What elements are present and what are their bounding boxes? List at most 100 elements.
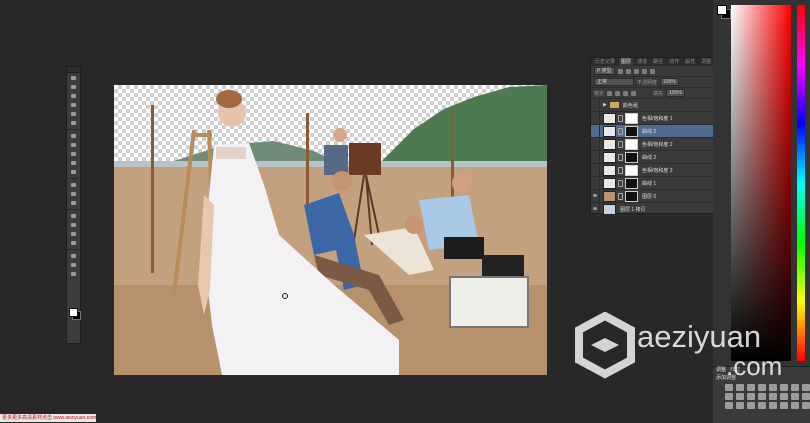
eyedropper-tool-button[interactable] xyxy=(69,119,78,127)
layer-mask-thumbnail[interactable] xyxy=(625,151,638,163)
layer-mask-thumbnail[interactable] xyxy=(625,164,638,176)
adjustment-preset-icon[interactable] xyxy=(802,384,810,391)
type-tool-button[interactable] xyxy=(69,221,78,229)
layer-group-row[interactable]: ▶ 颜色组 xyxy=(591,99,716,112)
adjustment-preset-icon[interactable] xyxy=(725,402,733,409)
hue-slider[interactable] xyxy=(797,5,805,361)
layers-panel-tab[interactable]: 图层 xyxy=(619,58,634,66)
color-panel-foreground-swatch[interactable] xyxy=(717,5,727,15)
layer-visibility-toggle[interactable] xyxy=(591,125,600,137)
blur-tool-button[interactable] xyxy=(69,190,78,198)
layer-visibility-toggle[interactable] xyxy=(591,138,600,150)
adjustment-preset-icon[interactable] xyxy=(791,384,799,391)
lasso-tool-button[interactable] xyxy=(69,92,78,100)
layers-panel-tab[interactable]: 路径 xyxy=(651,58,665,66)
lock-all-icon[interactable] xyxy=(631,90,637,96)
layer-row[interactable]: 图层 1 拷贝 xyxy=(591,203,716,216)
layer-visibility-toggle[interactable] xyxy=(591,203,600,215)
move-tool-button[interactable] xyxy=(69,74,78,82)
link-icon[interactable] xyxy=(618,166,623,174)
adjustment-preset-icon[interactable] xyxy=(736,393,744,400)
layer-visibility-toggle[interactable] xyxy=(591,151,600,163)
adjustment-preset-icon[interactable] xyxy=(791,402,799,409)
layer-visibility-toggle[interactable] xyxy=(591,190,600,202)
gradient-tool-button[interactable] xyxy=(69,181,78,189)
layer-mask-thumbnail[interactable] xyxy=(625,112,638,124)
layer-mask-thumbnail[interactable] xyxy=(625,177,638,189)
smart-object-filter-icon[interactable] xyxy=(649,68,655,74)
path-select-tool-button[interactable] xyxy=(69,230,78,238)
crop-tool-button[interactable] xyxy=(69,110,78,118)
expand-triangle-icon[interactable]: ▶ xyxy=(603,102,607,108)
layers-panel-tab[interactable]: 动作 xyxy=(667,58,681,66)
hand-tool-button[interactable] xyxy=(69,252,78,260)
document-canvas[interactable] xyxy=(114,85,547,375)
lock-position-icon[interactable] xyxy=(623,90,629,96)
brush-tool-button[interactable] xyxy=(69,141,78,149)
link-icon[interactable] xyxy=(618,114,623,122)
adjustment-preset-icon[interactable] xyxy=(791,393,799,400)
pen-tool-button[interactable] xyxy=(69,212,78,220)
opacity-field[interactable]: 100% xyxy=(660,78,679,86)
blend-mode-select[interactable]: 正常 xyxy=(594,78,634,86)
link-icon[interactable] xyxy=(618,140,623,148)
link-icon[interactable] xyxy=(618,179,623,187)
layer-row[interactable]: 图层 0 xyxy=(591,190,716,203)
link-icon[interactable] xyxy=(618,192,623,200)
adjustment-preset-icon[interactable] xyxy=(758,402,766,409)
adjustment-preset-icon[interactable] xyxy=(725,393,733,400)
layers-panel-tab[interactable]: 属性 xyxy=(683,58,697,66)
layer-row[interactable]: 色相/饱和度 1 xyxy=(591,112,716,125)
marquee-tool-button[interactable] xyxy=(69,83,78,91)
adjustment-preset-icon[interactable] xyxy=(802,393,810,400)
layers-panel-tab[interactable]: 历史记录 xyxy=(593,58,617,66)
clone-stamp-tool-button[interactable] xyxy=(69,150,78,158)
adjustment-preset-icon[interactable] xyxy=(736,402,744,409)
adjustment-preset-icon[interactable] xyxy=(747,402,755,409)
tools-panel-grip[interactable] xyxy=(67,67,80,73)
healing-brush-tool-button[interactable] xyxy=(69,132,78,140)
layer-row[interactable]: 曲线 2 xyxy=(591,125,716,138)
adjustment-preset-icon[interactable] xyxy=(769,393,777,400)
adjustment-preset-icon[interactable] xyxy=(769,384,777,391)
type-filter-icon[interactable] xyxy=(633,68,639,74)
layers-panel-tab[interactable]: 调整 xyxy=(699,58,713,66)
layer-visibility-toggle[interactable] xyxy=(591,164,600,176)
extra-tool-button[interactable] xyxy=(69,270,78,278)
layer-row[interactable]: 曲线 2 xyxy=(591,151,716,164)
shape-filter-icon[interactable] xyxy=(641,68,647,74)
layer-mask-thumbnail[interactable] xyxy=(625,190,638,202)
quick-select-tool-button[interactable] xyxy=(69,101,78,109)
foreground-color-swatch[interactable] xyxy=(69,308,78,317)
adjustment-preset-icon[interactable] xyxy=(747,393,755,400)
adjustment-preset-icon[interactable] xyxy=(780,402,788,409)
color-picker-field[interactable] xyxy=(731,5,791,361)
layer-mask-thumbnail[interactable] xyxy=(625,138,638,150)
adjustment-preset-icon[interactable] xyxy=(758,393,766,400)
adjustment-preset-icon[interactable] xyxy=(725,384,733,391)
pixel-filter-icon[interactable] xyxy=(617,68,623,74)
adjustment-preset-icon[interactable] xyxy=(758,384,766,391)
link-icon[interactable] xyxy=(618,153,623,161)
adjustment-preset-icon[interactable] xyxy=(736,384,744,391)
dodge-tool-button[interactable] xyxy=(69,199,78,207)
eraser-tool-button[interactable] xyxy=(69,168,78,176)
layer-visibility-toggle[interactable] xyxy=(591,112,600,124)
adjustment-preset-icon[interactable] xyxy=(769,402,777,409)
layer-row[interactable]: 色相/饱和度 3 xyxy=(591,164,716,177)
layer-filter-select[interactable]: P 类型 xyxy=(594,67,615,75)
lock-transparent-icon[interactable] xyxy=(607,90,613,96)
link-icon[interactable] xyxy=(618,127,623,135)
visibility-toggle[interactable] xyxy=(591,99,600,111)
zoom-tool-button[interactable] xyxy=(69,261,78,269)
layer-mask-thumbnail[interactable] xyxy=(625,125,638,137)
fill-field[interactable]: 100% xyxy=(666,89,685,97)
adjustment-preset-icon[interactable] xyxy=(780,384,788,391)
layer-row[interactable]: 曲线 1 xyxy=(591,177,716,190)
adjustment-preset-icon[interactable] xyxy=(747,384,755,391)
adjustment-filter-icon[interactable] xyxy=(625,68,631,74)
adjustment-preset-icon[interactable] xyxy=(780,393,788,400)
layer-visibility-toggle[interactable] xyxy=(591,177,600,189)
adjustment-preset-icon[interactable] xyxy=(802,402,810,409)
layer-row[interactable]: 色相/饱和度 2 xyxy=(591,138,716,151)
